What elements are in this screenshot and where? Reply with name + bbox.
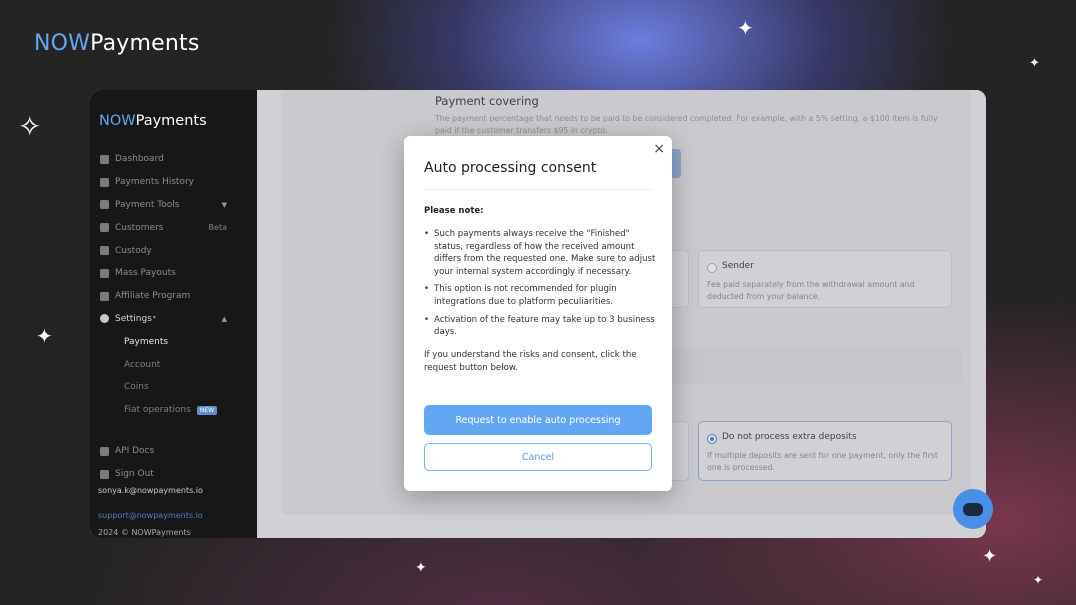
- sidebar-item-customers[interactable]: Customers Beta: [90, 216, 257, 239]
- user-email: sonya.k@nowpayments.io: [98, 486, 203, 495]
- list-item: Activation of the feature may take up to…: [424, 314, 656, 339]
- shield-icon: [100, 246, 109, 256]
- chevron-up-icon: ▲: [221, 314, 227, 323]
- sidebar-subitem-fiat-operations[interactable]: Fiat operations NEW: [90, 399, 257, 422]
- close-icon[interactable]: ×: [653, 142, 665, 156]
- note-list: Such payments always receive the "Finish…: [424, 228, 656, 344]
- person-icon: [100, 268, 109, 278]
- new-badge: NEW: [196, 405, 218, 415]
- sparkle-icon: ✦: [737, 16, 754, 40]
- chat-button[interactable]: [953, 489, 993, 529]
- sparkle-icon: ✧: [18, 110, 42, 143]
- sidebar-subitem-account[interactable]: Account: [90, 353, 257, 376]
- sparkle-icon: ✦: [982, 546, 998, 567]
- logo: NOWPayments: [34, 31, 200, 56]
- docs-icon: [100, 446, 109, 456]
- gear-icon: [100, 314, 109, 324]
- chat-icon: [963, 502, 983, 516]
- list-item: This option is not recommended for plugi…: [424, 283, 656, 308]
- sparkle-icon: ✦: [1029, 56, 1040, 71]
- auto-processing-consent-modal: × Auto processing consent Please note: S…: [404, 136, 672, 491]
- history-icon: [100, 177, 109, 187]
- copyright: 2024 © NOWPayments: [98, 528, 191, 537]
- sidebar-subitem-payments[interactable]: Payments: [90, 330, 257, 353]
- signout-icon: [100, 469, 109, 479]
- sidebar-item-api-docs[interactable]: API Docs: [90, 440, 257, 463]
- sidebar-subitem-coins[interactable]: Coins: [90, 376, 257, 399]
- list-item: Such payments always receive the "Finish…: [424, 228, 656, 278]
- support-email-link[interactable]: support@nowpayments.io: [98, 511, 203, 520]
- sidebar-item-custody[interactable]: Custody: [90, 239, 257, 262]
- users-icon: [100, 223, 109, 233]
- sidebar-nav: Dashboard Payments History Payment Tools…: [90, 148, 257, 422]
- sidebar-item-affiliate-program[interactable]: Affiliate Program: [90, 285, 257, 308]
- sidebar: NOWPayments Dashboard Payments History P…: [90, 90, 257, 538]
- sparkle-icon: ✦: [415, 560, 427, 576]
- person-icon: [100, 291, 109, 301]
- sidebar-logo[interactable]: NOWPayments: [99, 113, 207, 129]
- sidebar-item-dashboard[interactable]: Dashboard: [90, 148, 257, 171]
- sidebar-item-mass-payouts[interactable]: Mass Payouts: [90, 262, 257, 285]
- sidebar-item-settings[interactable]: Settings * ▲: [90, 308, 257, 331]
- home-icon: [100, 154, 109, 164]
- sidebar-item-sign-out[interactable]: Sign Out: [90, 463, 257, 486]
- sparkle-icon: ✦: [1033, 573, 1044, 587]
- request-auto-processing-button[interactable]: Request to enable auto processing: [424, 405, 652, 435]
- sidebar-item-payments-history[interactable]: Payments History: [90, 171, 257, 194]
- modal-title: Auto processing consent: [424, 160, 597, 176]
- note-heading: Please note:: [424, 206, 484, 216]
- cancel-button[interactable]: Cancel: [424, 443, 652, 471]
- sidebar-item-payment-tools[interactable]: Payment Tools ▼: [90, 194, 257, 217]
- sparkle-icon: ✦: [36, 324, 53, 348]
- consent-text: If you understand the risks and consent,…: [424, 350, 637, 373]
- chevron-down-icon: ▼: [221, 200, 227, 209]
- sidebar-bottom-nav: API Docs Sign Out: [90, 440, 257, 486]
- divider: [424, 189, 652, 190]
- grid-icon: [100, 200, 109, 210]
- beta-badge: Beta: [208, 223, 227, 233]
